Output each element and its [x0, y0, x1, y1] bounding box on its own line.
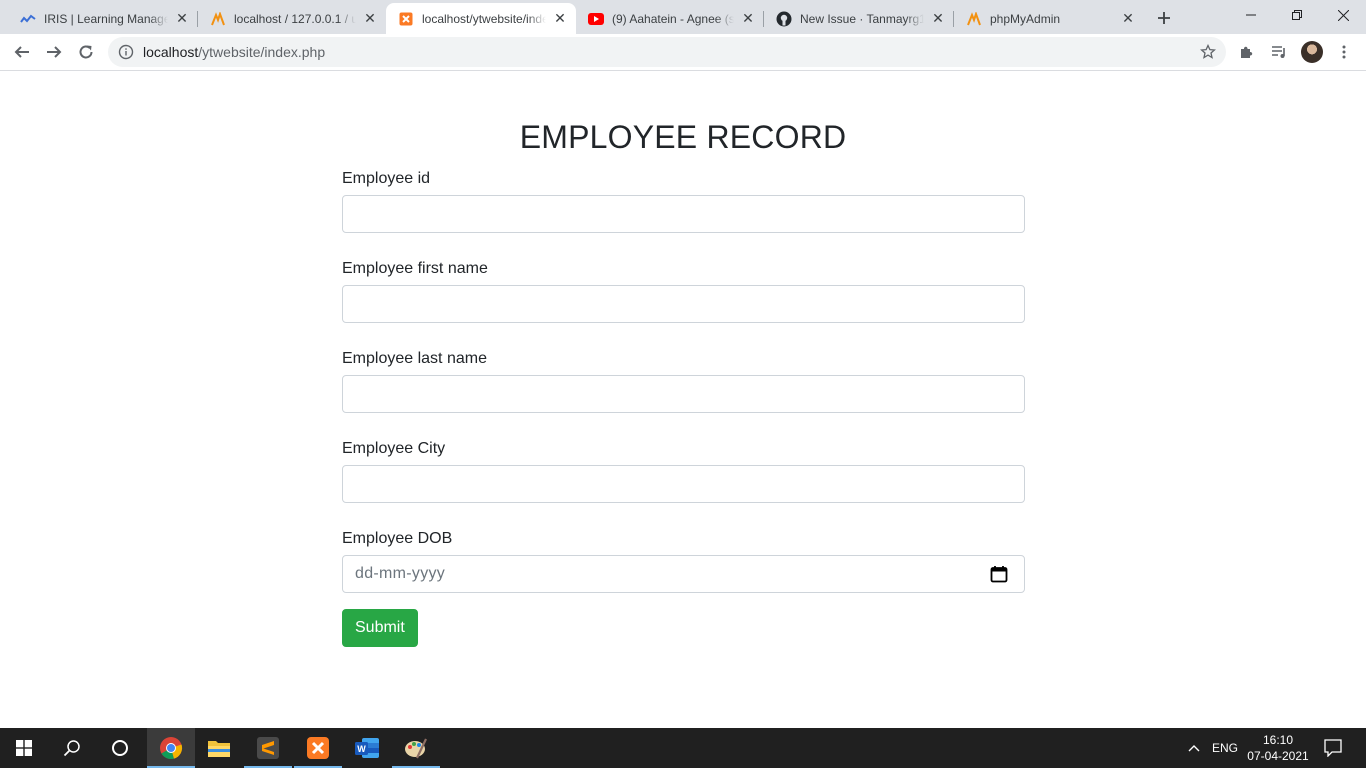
new-tab-button[interactable] [1152, 6, 1176, 30]
clock-date: 07-04-2021 [1247, 749, 1309, 763]
taskbar-xampp[interactable] [294, 728, 342, 768]
restore-icon [1292, 10, 1302, 20]
taskbar-sublime-text[interactable] [244, 728, 292, 768]
phpmyadmin-icon [966, 11, 982, 27]
tab-iris[interactable]: IRIS | Learning Management ✕ [8, 3, 198, 34]
url-path: /ytwebsite/index.php [198, 44, 326, 60]
github-icon [776, 11, 792, 27]
svg-text:W: W [357, 744, 366, 754]
arrow-right-icon [47, 46, 62, 58]
close-window-button[interactable] [1320, 0, 1366, 30]
file-explorer-icon [208, 741, 230, 757]
taskbar-word[interactable]: W [343, 728, 391, 768]
tab-github[interactable]: New Issue · Tanmayrg15 ✕ [764, 3, 954, 34]
paint-icon [405, 738, 427, 759]
employee-id-input[interactable] [342, 195, 1025, 233]
reload-button[interactable] [72, 38, 100, 66]
page-content: EMPLOYEE RECORD Employee id Employee fir… [0, 71, 1366, 728]
tab-phpmyadmin-localhost[interactable]: localhost / 127.0.0.1 / ut ✕ [198, 3, 386, 34]
minimize-button[interactable] [1228, 0, 1274, 30]
employee-last-name-label: Employee last name [342, 350, 487, 367]
employee-dob-input[interactable]: dd-mm-yyyy [342, 555, 1025, 593]
action-center-button[interactable] [1322, 728, 1344, 768]
dob-placeholder: dd-mm-yyyy [355, 565, 446, 582]
employee-last-name-input[interactable] [342, 375, 1025, 413]
url-text[interactable]: localhost/ytwebsite/index.php [143, 44, 325, 60]
chevron-up-icon [1188, 745, 1200, 752]
employee-first-name-input[interactable] [342, 285, 1025, 323]
start-button[interactable] [0, 728, 48, 768]
employee-first-name-label: Employee first name [342, 260, 488, 277]
reload-icon [79, 45, 93, 59]
clock[interactable]: 16:10 07-04-2021 [1246, 732, 1310, 764]
puzzle-icon [1241, 46, 1253, 58]
taskbar-file-explorer[interactable] [195, 728, 243, 768]
browser-tab-strip: IRIS | Learning Management ✕ localhost /… [0, 0, 1366, 34]
extensions-button[interactable] [1237, 42, 1257, 62]
back-button[interactable] [8, 38, 36, 66]
close-icon[interactable]: ✕ [740, 10, 756, 27]
employee-dob-label: Employee DOB [342, 530, 453, 547]
more-vertical-icon [1342, 45, 1346, 59]
xampp-icon [307, 737, 329, 759]
forward-button[interactable] [40, 38, 68, 66]
tab-youtube[interactable]: (9) Aahatein - Agnee (sp ✕ [576, 3, 764, 34]
address-bar[interactable]: localhost/ytwebsite/index.php [108, 37, 1226, 67]
minimize-icon [1246, 14, 1256, 16]
restore-button[interactable] [1274, 0, 1320, 30]
search-button[interactable] [48, 728, 96, 768]
tab-ytwebsite-active[interactable]: localhost/ytwebsite/index.php ✕ [386, 3, 576, 34]
language-indicator[interactable]: ENG [1212, 728, 1238, 768]
tab-title: New Issue · Tanmayrg15 [800, 11, 924, 26]
tab-title: IRIS | Learning Management [44, 11, 168, 26]
search-icon [63, 740, 80, 757]
calendar-icon[interactable] [990, 565, 1008, 583]
employee-form: Employee id Employee first name Employee… [342, 167, 1025, 647]
youtube-icon [588, 11, 604, 27]
cortana-button[interactable] [96, 728, 144, 768]
profile-avatar[interactable] [1301, 41, 1323, 63]
start-icon [16, 740, 32, 756]
submit-button[interactable]: Submit [342, 609, 418, 647]
close-icon[interactable]: ✕ [552, 10, 568, 27]
tab-title: (9) Aahatein - Agnee (sp [612, 11, 734, 26]
word-icon: W [355, 738, 379, 758]
close-icon[interactable]: ✕ [174, 10, 190, 27]
info-icon[interactable] [118, 44, 134, 60]
employee-city-input[interactable] [342, 465, 1025, 503]
cortana-icon [112, 740, 128, 756]
xampp-icon [398, 11, 414, 27]
tab-title: localhost / 127.0.0.1 / ut [234, 11, 356, 26]
close-icon[interactable]: ✕ [362, 10, 378, 27]
clock-time: 16:10 [1262, 733, 1294, 747]
iris-wave-icon [20, 11, 36, 27]
close-icon [1337, 9, 1349, 21]
notification-icon [1324, 739, 1342, 757]
bookmark-star-icon[interactable] [1200, 44, 1216, 60]
close-icon[interactable]: ✕ [930, 10, 946, 27]
employee-id-label: Employee id [342, 170, 431, 187]
url-host: localhost [143, 44, 199, 60]
plus-icon [1158, 12, 1170, 24]
playlist-music-icon [1272, 46, 1285, 58]
sublime-text-icon [257, 737, 279, 759]
arrow-left-icon [14, 46, 29, 58]
employee-city-label: Employee City [342, 440, 446, 457]
tab-phpmyadmin[interactable]: phpMyAdmin ✕ [954, 3, 1144, 34]
browser-toolbar: localhost/ytwebsite/index.php [0, 34, 1366, 71]
tray-overflow-button[interactable] [1186, 728, 1202, 768]
phpmyadmin-icon [210, 11, 226, 27]
taskbar-paint[interactable] [392, 728, 440, 768]
close-icon[interactable]: ✕ [1120, 10, 1136, 27]
taskbar-chrome[interactable] [147, 728, 195, 768]
media-control-button[interactable] [1269, 42, 1289, 62]
tab-title: phpMyAdmin [990, 11, 1061, 26]
browser-menu-button[interactable] [1334, 42, 1354, 62]
page-title: EMPLOYEE RECORD [519, 119, 847, 155]
windows-taskbar: W ENG 16:10 07-04-2021 [0, 728, 1366, 768]
chrome-icon [160, 737, 183, 760]
tab-title: localhost/ytwebsite/index.php [422, 11, 546, 26]
